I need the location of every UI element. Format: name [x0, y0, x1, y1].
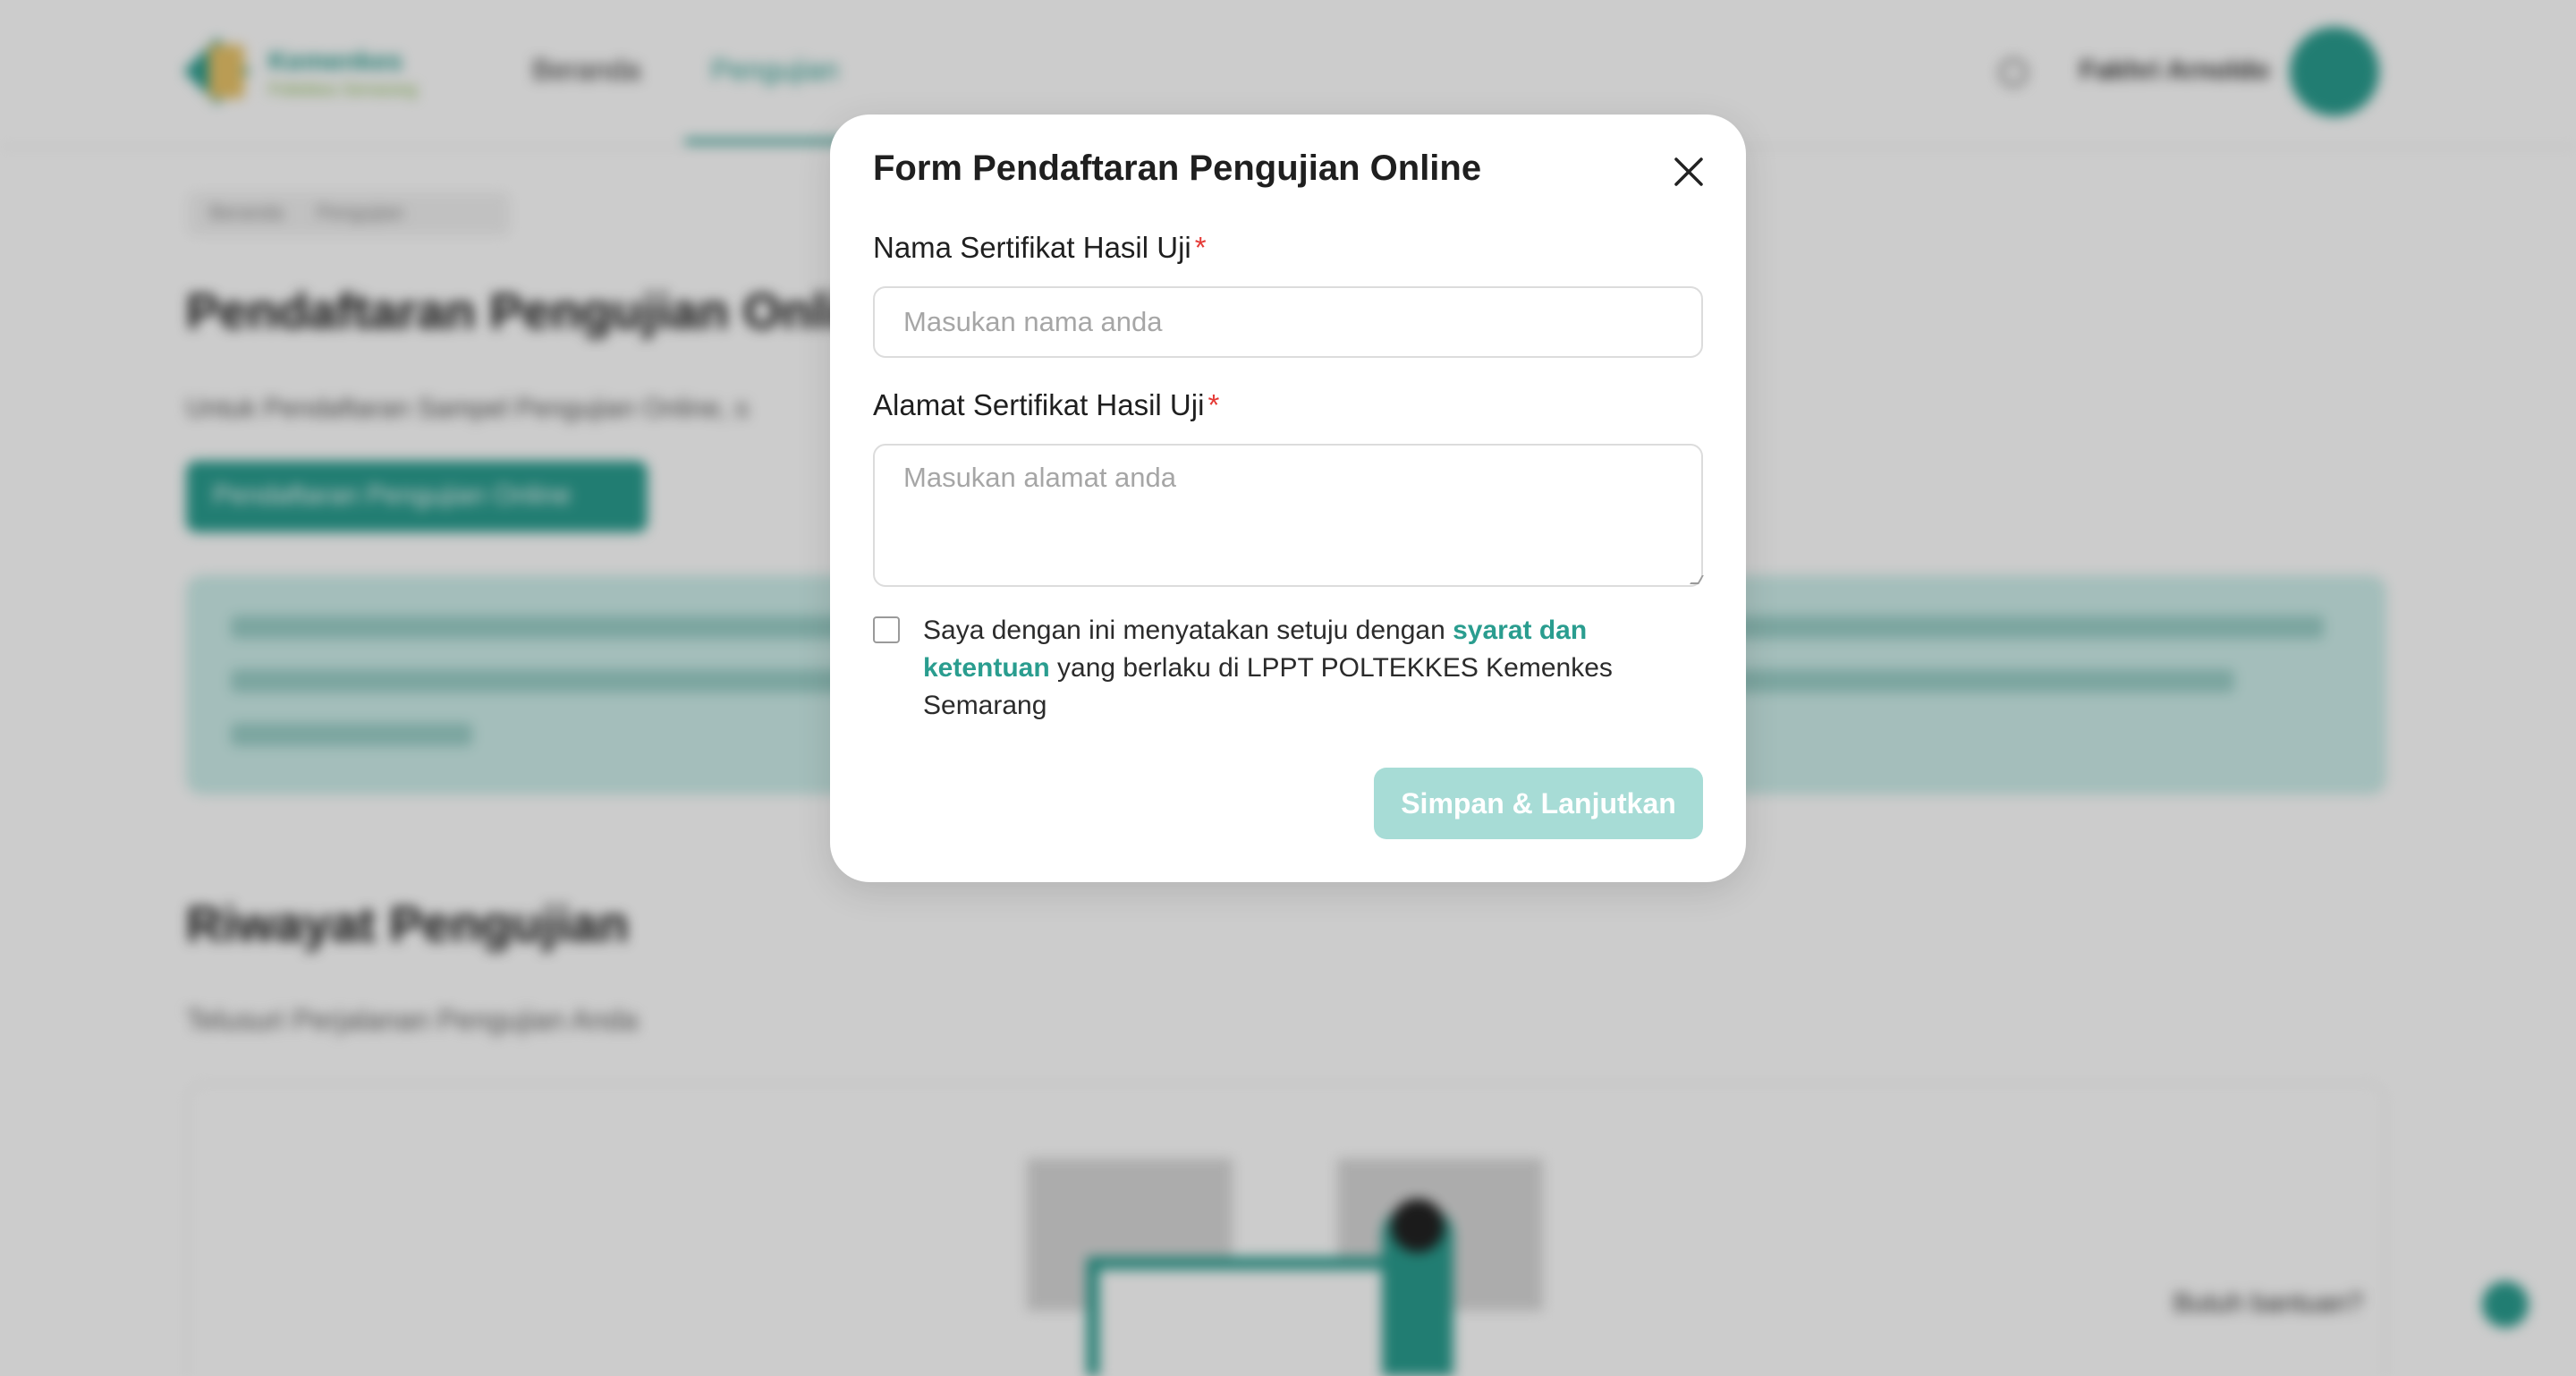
required-mark: * [1208, 388, 1220, 421]
close-icon [1674, 157, 1703, 186]
agreement-checkbox[interactable] [873, 616, 900, 643]
agreement-text: Saya dengan ini menyatakan setuju dengan… [923, 612, 1692, 725]
registration-modal: Form Pendaftaran Pengujian Online Nama S… [830, 115, 1746, 882]
agreement-text-before: Saya dengan ini menyatakan setuju dengan [923, 616, 1453, 645]
modal-title: Form Pendaftaran Pengujian Online [873, 149, 1482, 188]
required-mark: * [1194, 231, 1207, 264]
alamat-sertifikat-label: Alamat Sertifikat Hasil Uji * [873, 388, 1219, 422]
alamat-sertifikat-textarea[interactable] [873, 444, 1703, 587]
save-continue-button[interactable]: Simpan & Lanjutkan [1374, 768, 1703, 839]
nama-sertifikat-label-text: Nama Sertifikat Hasil Uji [873, 231, 1191, 264]
close-button[interactable] [1671, 154, 1707, 190]
nama-sertifikat-label: Nama Sertifikat Hasil Uji * [873, 231, 1207, 265]
alamat-sertifikat-label-text: Alamat Sertifikat Hasil Uji [873, 388, 1205, 421]
nama-sertifikat-input[interactable] [873, 286, 1703, 358]
